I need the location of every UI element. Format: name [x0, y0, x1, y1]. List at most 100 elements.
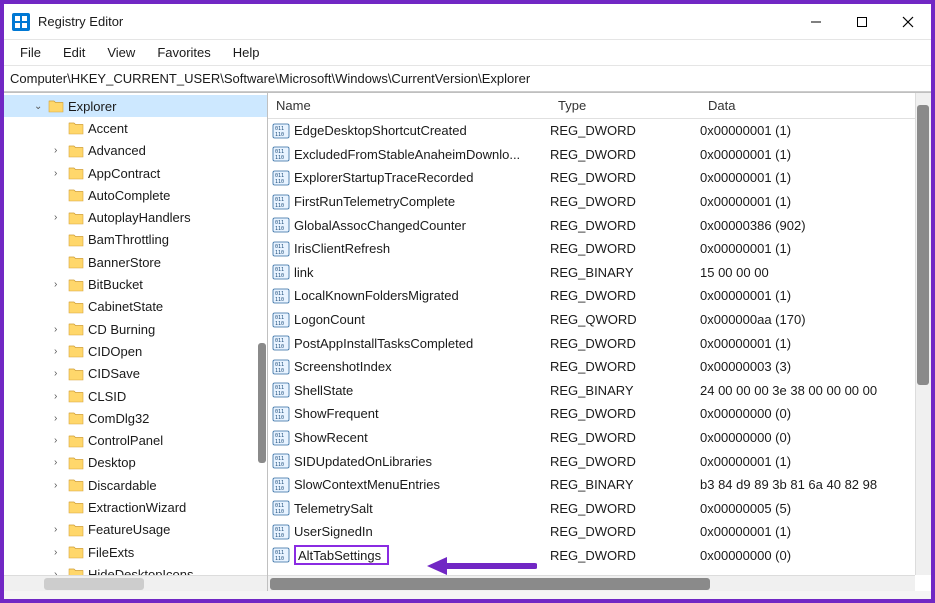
tree-item-comdlg32[interactable]: ›ComDlg32: [4, 407, 267, 429]
maximize-button[interactable]: [839, 4, 885, 40]
tree-item-cabinetstate[interactable]: CabinetState: [4, 296, 267, 318]
tree-item-controlpanel[interactable]: ›ControlPanel: [4, 429, 267, 451]
tree-item-cidopen[interactable]: ›CIDOpen: [4, 340, 267, 362]
tree-item-explorer[interactable]: ⌄Explorer: [4, 95, 267, 117]
registry-value-icon: 011110: [272, 358, 290, 376]
tree-item-label: ExtractionWizard: [88, 500, 186, 515]
tree-item-label: AutoplayHandlers: [88, 210, 191, 225]
tree-item-extractionwizard[interactable]: ExtractionWizard: [4, 496, 267, 518]
tree-item-bitbucket[interactable]: ›BitBucket: [4, 273, 267, 295]
folder-icon: [68, 366, 84, 382]
menu-favorites[interactable]: Favorites: [147, 41, 220, 64]
tree-vertical-scrollbar[interactable]: [255, 93, 267, 575]
value-type: REG_DWORD: [550, 147, 700, 162]
tree-item-cd-burning[interactable]: ›CD Burning: [4, 318, 267, 340]
chevron-right-icon[interactable]: ›: [54, 457, 68, 468]
registry-value-icon: 011110: [272, 405, 290, 423]
tree-item-desktop[interactable]: ›Desktop: [4, 452, 267, 474]
value-row[interactable]: 011110IrisClientRefreshREG_DWORD0x000000…: [268, 237, 931, 261]
tree-item-fileexts[interactable]: ›FileExts: [4, 541, 267, 563]
registry-tree[interactable]: ⌄ExplorerAccent›Advanced›AppContractAuto…: [4, 93, 267, 575]
minimize-button[interactable]: [793, 4, 839, 40]
tree-item-appcontract[interactable]: › AppContract: [4, 162, 267, 184]
value-type: REG_DWORD: [550, 501, 700, 516]
value-row[interactable]: 011110LocalKnownFoldersMigratedREG_DWORD…: [268, 284, 931, 308]
value-row[interactable]: 011110ScreenshotIndexREG_DWORD0x00000003…: [268, 355, 931, 379]
tree-item-bannerstore[interactable]: BannerStore: [4, 251, 267, 273]
value-row[interactable]: 011110UserSignedInREG_DWORD0x00000001 (1…: [268, 520, 931, 544]
value-data: 0x00000386 (902): [700, 218, 931, 233]
value-row[interactable]: 011110TelemetrySaltREG_DWORD0x00000005 (…: [268, 497, 931, 521]
list-horizontal-scrollbar[interactable]: [268, 575, 915, 591]
address-bar[interactable]: Computer\HKEY_CURRENT_USER\Software\Micr…: [4, 66, 931, 92]
chevron-right-icon[interactable]: ›: [54, 212, 68, 223]
tree-item-featureusage[interactable]: ›FeatureUsage: [4, 519, 267, 541]
menu-view[interactable]: View: [97, 41, 145, 64]
close-button[interactable]: [885, 4, 931, 40]
col-header-type[interactable]: Type: [550, 98, 700, 113]
value-row[interactable]: 011110ShellStateREG_BINARY24 00 00 00 3e…: [268, 379, 931, 403]
tree-item-hidedesktopicons[interactable]: ›HideDesktopIcons: [4, 563, 267, 575]
chevron-down-icon[interactable]: ⌄: [34, 101, 48, 112]
value-row[interactable]: 011110linkREG_BINARY15 00 00 00: [268, 261, 931, 285]
chevron-right-icon[interactable]: ›: [54, 368, 68, 379]
chevron-right-icon[interactable]: ›: [54, 145, 68, 156]
tree-item-autocomplete[interactable]: AutoComplete: [4, 184, 267, 206]
chevron-right-icon[interactable]: ›: [54, 547, 68, 558]
registry-value-icon: 011110: [272, 263, 290, 281]
tree-item-label: AppContract: [88, 166, 160, 181]
menu-edit[interactable]: Edit: [53, 41, 95, 64]
tree-item-bamthrottling[interactable]: BamThrottling: [4, 229, 267, 251]
value-row[interactable]: 011110ShowFrequentREG_DWORD0x00000000 (0…: [268, 402, 931, 426]
tree-item-clsid[interactable]: ›CLSID: [4, 385, 267, 407]
value-list[interactable]: 011110EdgeDesktopShortcutCreatedREG_DWOR…: [268, 119, 931, 567]
value-row[interactable]: 011110SIDUpdatedOnLibrariesREG_DWORD0x00…: [268, 449, 931, 473]
value-row[interactable]: 011110ExplorerStartupTraceRecordedREG_DW…: [268, 166, 931, 190]
menu-help[interactable]: Help: [223, 41, 270, 64]
value-row[interactable]: 011110AltTabSettingsREG_DWORD0x00000000 …: [268, 544, 931, 568]
value-row[interactable]: 011110SlowContextMenuEntriesREG_BINARYb3…: [268, 473, 931, 497]
menubar: File Edit View Favorites Help: [4, 40, 931, 66]
value-row[interactable]: 011110FirstRunTelemetryCompleteREG_DWORD…: [268, 190, 931, 214]
tree-item-advanced[interactable]: ›Advanced: [4, 140, 267, 162]
value-type: REG_DWORD: [550, 288, 700, 303]
folder-icon: [68, 566, 84, 575]
chevron-right-icon[interactable]: ›: [54, 413, 68, 424]
tree-item-accent[interactable]: Accent: [4, 117, 267, 139]
tree-item-discardable[interactable]: ›Discardable: [4, 474, 267, 496]
chevron-right-icon[interactable]: ›: [54, 435, 68, 446]
svg-text:110: 110: [275, 486, 284, 492]
col-header-data[interactable]: Data: [700, 98, 931, 113]
value-row[interactable]: 011110ExcludedFromStableAnaheimDownlo...…: [268, 143, 931, 167]
tree-item-cidsave[interactable]: ›CIDSave: [4, 363, 267, 385]
registry-value-icon: 011110: [272, 145, 290, 163]
chevron-right-icon[interactable]: ›: [54, 391, 68, 402]
tree-horizontal-scrollbar[interactable]: [4, 575, 267, 591]
value-row[interactable]: 011110EdgeDesktopShortcutCreatedREG_DWOR…: [268, 119, 931, 143]
value-type: REG_DWORD: [550, 241, 700, 256]
value-row[interactable]: 011110GlobalAssocChangedCounterREG_DWORD…: [268, 213, 931, 237]
chevron-right-icon[interactable]: ›: [54, 346, 68, 357]
col-header-name[interactable]: Name: [268, 98, 550, 113]
value-data: 0x00000001 (1): [700, 524, 931, 539]
value-name: TelemetrySalt: [294, 501, 373, 516]
chevron-right-icon[interactable]: ›: [54, 524, 68, 535]
value-name-editing[interactable]: AltTabSettings: [294, 545, 389, 565]
value-row[interactable]: 011110ShowRecentREG_DWORD0x00000000 (0): [268, 426, 931, 450]
chevron-right-icon[interactable]: ›: [54, 480, 68, 491]
window-title: Registry Editor: [38, 14, 793, 29]
chevron-right-icon[interactable]: ›: [54, 279, 68, 290]
registry-value-icon: 011110: [272, 429, 290, 447]
value-row[interactable]: 011110PostAppInstallTasksCompletedREG_DW…: [268, 331, 931, 355]
chevron-right-icon[interactable]: ›: [54, 168, 68, 179]
value-type: REG_DWORD: [550, 170, 700, 185]
address-path: Computer\HKEY_CURRENT_USER\Software\Micr…: [10, 71, 530, 86]
chevron-right-icon[interactable]: ›: [54, 324, 68, 335]
folder-icon: [68, 232, 84, 248]
list-header[interactable]: Name Type Data: [268, 93, 931, 119]
value-row[interactable]: 011110LogonCountREG_QWORD0x000000aa (170…: [268, 308, 931, 332]
menu-file[interactable]: File: [10, 41, 51, 64]
tree-item-autoplayhandlers[interactable]: › AutoplayHandlers: [4, 206, 267, 228]
folder-icon: [68, 165, 84, 181]
list-vertical-scrollbar[interactable]: [915, 93, 931, 575]
